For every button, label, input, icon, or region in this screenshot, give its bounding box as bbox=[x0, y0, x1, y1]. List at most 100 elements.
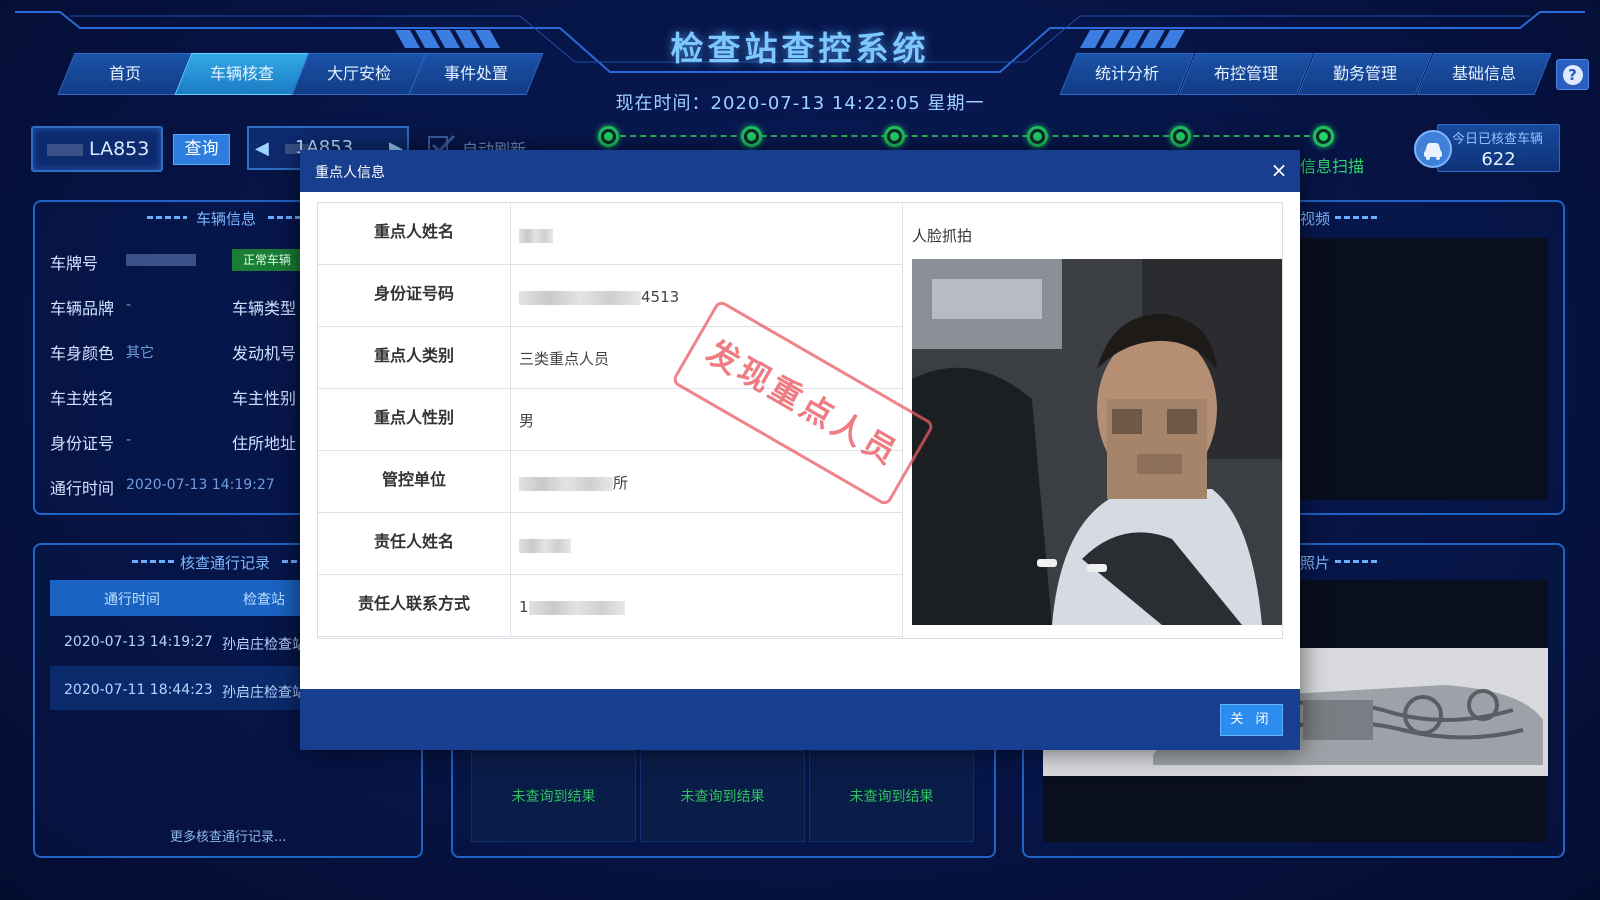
progress-step bbox=[1313, 126, 1334, 147]
column-header-time: 通行时间 bbox=[104, 592, 160, 608]
tab-label: 首页 bbox=[108, 64, 141, 83]
vehicle-info-title: 车辆信息 bbox=[196, 210, 257, 228]
title-decoration bbox=[282, 560, 302, 563]
title-decoration bbox=[1335, 560, 1377, 563]
info-value: 4513 bbox=[519, 265, 679, 327]
info-value: 三类重点人员 bbox=[519, 350, 610, 368]
photo-title: 照片 bbox=[1300, 554, 1331, 572]
title-decoration bbox=[1335, 216, 1377, 219]
info-label: 责任人联系方式 bbox=[318, 575, 511, 637]
more-records-link[interactable]: 更多核查通行记录... bbox=[170, 826, 286, 845]
field-label: 车牌号 bbox=[50, 254, 99, 273]
info-label: 管控单位 bbox=[318, 451, 511, 513]
title-decoration bbox=[147, 216, 187, 219]
field-value: - bbox=[126, 432, 132, 448]
video-title: 视频 bbox=[1300, 210, 1331, 228]
info-value bbox=[519, 203, 553, 265]
tab-home[interactable]: 首页 bbox=[57, 53, 193, 95]
record-station[interactable]: 孙启庄检查站 bbox=[222, 682, 302, 702]
redacted-text bbox=[519, 228, 553, 243]
info-row: 责任人联系方式 1 bbox=[318, 575, 902, 637]
modal-header: 重点人信息 × bbox=[300, 150, 1300, 192]
tab-incident[interactable]: 事件处置 bbox=[408, 53, 544, 95]
query-button[interactable]: 查询 bbox=[173, 134, 230, 165]
progress-step bbox=[884, 126, 905, 147]
result-box: 未查询到结果 bbox=[809, 750, 974, 842]
tab-label: 基础信息 bbox=[1451, 64, 1516, 83]
modal-title: 重点人信息 bbox=[315, 165, 385, 181]
tab-label: 布控管理 bbox=[1213, 64, 1278, 83]
tab-deploy-control[interactable]: 布控管理 bbox=[1178, 53, 1314, 95]
redacted-text bbox=[519, 476, 613, 491]
arrow-left-icon[interactable]: ◀ bbox=[255, 138, 269, 159]
tab-hall-security[interactable]: 大厅安检 bbox=[291, 53, 427, 95]
progress-step bbox=[598, 126, 619, 147]
title-decoration bbox=[132, 560, 174, 563]
info-value: 男 bbox=[519, 412, 535, 430]
field-label: 身份证号 bbox=[50, 434, 115, 453]
field-value: 2020-07-13 14:19:27 bbox=[126, 477, 275, 493]
key-person-modal: 重点人信息 × 重点人姓名 身份证号码 4513 重点人类别 三类重点人员 重点… bbox=[300, 150, 1300, 750]
info-value bbox=[519, 513, 571, 575]
plate-search-input[interactable]: LA853 bbox=[31, 126, 163, 172]
record-time[interactable]: 2020-07-11 18:44:23 bbox=[64, 682, 213, 698]
title-decoration bbox=[268, 216, 300, 219]
progress-step bbox=[741, 126, 762, 147]
help-button[interactable]: ? bbox=[1556, 59, 1589, 90]
today-checked-label: 今日已核查车辆 bbox=[1452, 132, 1544, 147]
scan-step-label: 信息扫描 bbox=[1300, 157, 1365, 176]
modal-footer: 关 闭 bbox=[300, 689, 1300, 750]
record-time[interactable]: 2020-07-13 14:19:27 bbox=[64, 634, 213, 650]
tab-vehicle-check[interactable]: 车辆核查 bbox=[174, 53, 310, 95]
field-label: 发动机号 bbox=[232, 344, 297, 363]
redacted-text bbox=[519, 538, 571, 553]
field-label: 车主姓名 bbox=[50, 389, 115, 408]
records-table-header: 通行时间 检查站 bbox=[50, 580, 302, 616]
info-label: 重点人性别 bbox=[318, 389, 511, 451]
records-title: 核查通行记录 bbox=[180, 554, 271, 572]
face-capture-label: 人脸抓拍 bbox=[912, 227, 973, 245]
info-row: 责任人姓名 bbox=[318, 513, 902, 575]
field-label: 通行时间 bbox=[50, 479, 115, 498]
progress-step bbox=[1170, 126, 1191, 147]
tab-label: 大厅安检 bbox=[326, 64, 391, 83]
info-label: 责任人姓名 bbox=[318, 513, 511, 575]
close-icon[interactable]: × bbox=[1268, 159, 1290, 181]
tab-basic-info[interactable]: 基础信息 bbox=[1416, 53, 1552, 95]
redacted-text bbox=[47, 143, 83, 156]
tab-duty[interactable]: 勤务管理 bbox=[1297, 53, 1433, 95]
field-label: 车身颜色 bbox=[50, 344, 115, 363]
info-value: 所 bbox=[519, 451, 628, 513]
help-icon: ? bbox=[1562, 65, 1583, 85]
field-label: 车辆品牌 bbox=[50, 299, 115, 318]
result-box: 未查询到结果 bbox=[471, 750, 636, 842]
info-row: 重点人姓名 bbox=[318, 203, 902, 265]
redacted-text bbox=[528, 600, 625, 615]
result-box: 未查询到结果 bbox=[640, 750, 805, 842]
tab-statistics[interactable]: 统计分析 bbox=[1059, 53, 1195, 95]
tab-label: 统计分析 bbox=[1094, 64, 1159, 83]
field-label: 住所地址 bbox=[232, 434, 297, 453]
field-label: 车主性别 bbox=[232, 389, 297, 408]
today-checked-value: 622 bbox=[1481, 149, 1516, 170]
record-station[interactable]: 孙启庄检查站 bbox=[222, 634, 302, 654]
info-label: 重点人类别 bbox=[318, 327, 511, 389]
tab-label: 事件处置 bbox=[443, 64, 508, 83]
info-row: 身份证号码 4513 bbox=[318, 265, 902, 327]
progress-step bbox=[1027, 126, 1048, 147]
status-badge: 正常车辆 bbox=[232, 249, 302, 271]
info-label: 重点人姓名 bbox=[318, 203, 511, 265]
field-value: - bbox=[126, 297, 132, 313]
redacted-text bbox=[126, 254, 196, 266]
plate-value: LA853 bbox=[89, 138, 150, 160]
redacted-text bbox=[519, 290, 641, 305]
progress-track bbox=[610, 135, 1310, 137]
info-value-text: 4513 bbox=[641, 288, 680, 306]
info-value-text: 1 bbox=[519, 598, 529, 616]
info-value-text: 所 bbox=[613, 474, 629, 492]
field-value: 其它 bbox=[126, 345, 154, 361]
info-value: 1 bbox=[519, 575, 625, 637]
face-capture-column: 人脸抓拍 bbox=[902, 203, 1282, 638]
tab-label: 车辆核查 bbox=[209, 64, 274, 83]
close-button[interactable]: 关 闭 bbox=[1220, 704, 1283, 736]
